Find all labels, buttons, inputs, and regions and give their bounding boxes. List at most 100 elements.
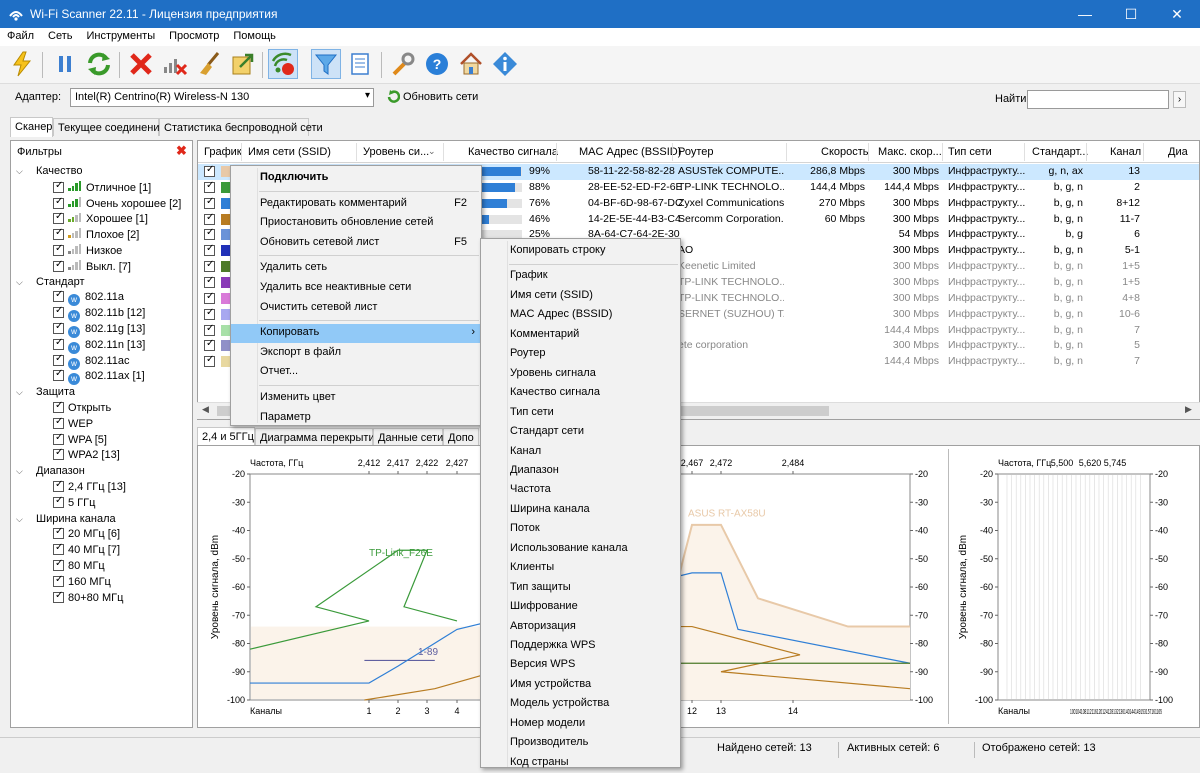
filter-checkbox[interactable] [53, 368, 64, 382]
col-channel[interactable]: Канал [1110, 146, 1141, 158]
tab-additional[interactable]: Допо [443, 428, 479, 446]
filter-item[interactable]: Плохое [2] [53, 227, 139, 244]
copy-menu-item[interactable]: MAC Адрес (BSSID) [481, 306, 680, 325]
row-checkbox[interactable] [204, 243, 215, 257]
row-checkbox[interactable] [204, 354, 215, 368]
context-menu-item[interactable]: Подключить [231, 169, 481, 188]
copy-menu-item[interactable]: Копировать строку [481, 242, 680, 261]
context-menu-item[interactable]: Копировать › [231, 324, 481, 344]
copy-menu-item[interactable]: Производитель [481, 734, 680, 753]
copy-menu-item[interactable]: Модель устройства [481, 695, 680, 714]
close-button[interactable]: ✕ [1154, 0, 1200, 28]
context-menu-item[interactable]: Удалить все неактивные сети [231, 279, 481, 298]
tab-wireless-stats[interactable]: Статистика беспроводной сети [159, 118, 323, 136]
context-menu-item[interactable]: Редактировать комментарий F2 [231, 195, 481, 214]
filter-checkbox[interactable] [53, 321, 64, 334]
filter-checkbox[interactable] [53, 305, 64, 319]
filter-item[interactable]: w 802.11g [13] [53, 321, 145, 339]
tab-network-data[interactable]: Данные сети [373, 428, 443, 446]
col-max-speed[interactable]: Макс. скор... [878, 146, 942, 158]
filter-checkbox[interactable] [53, 574, 64, 587]
context-menu-item[interactable]: Отчет... [231, 363, 481, 382]
filter-item[interactable]: 2,4 ГГц [13] [53, 479, 126, 497]
filter-checkbox[interactable] [53, 196, 64, 209]
help-icon[interactable]: ? [422, 49, 452, 79]
filter-item[interactable]: 80+80 МГц [53, 590, 123, 608]
col-ssid[interactable]: Имя сети (SSID) [248, 146, 331, 158]
context-menu-item[interactable]: Обновить сетевой лист F5 [231, 234, 481, 253]
tab-band-chart[interactable]: 2,4 и 5ГГц [197, 427, 255, 447]
col-router[interactable]: Роутер [678, 146, 714, 158]
copy-menu-item[interactable]: Использование канала [481, 540, 680, 559]
copy-menu-item[interactable]: Диапазон [481, 462, 680, 481]
copy-menu-item[interactable]: Качество сигнала [481, 384, 680, 403]
export-icon[interactable] [228, 49, 258, 79]
collapse-icon[interactable]: ⌵ [16, 514, 26, 525]
copy-menu-item[interactable]: Имя сети (SSID) [481, 287, 680, 306]
settings-wrench-icon[interactable] [388, 49, 418, 79]
filter-item[interactable]: WPA2 [13] [53, 447, 120, 465]
copy-menu-item[interactable]: Поток [481, 520, 680, 539]
context-menu-item[interactable]: Изменить цвет [231, 389, 481, 408]
filter-item[interactable]: Низкое [53, 243, 122, 260]
collapse-icon[interactable]: ⌵ [16, 277, 26, 288]
context-menu-item[interactable]: Экспорт в файл [231, 344, 481, 363]
filter-item[interactable]: 5 ГГц [53, 495, 95, 513]
copy-menu-item[interactable]: Стандарт сети [481, 423, 680, 442]
adapter-select[interactable]: Intel(R) Centrino(R) Wireless-N 130 ▾ [70, 88, 374, 107]
collapse-icon[interactable]: ⌵ [16, 166, 26, 177]
broom-icon[interactable] [194, 49, 224, 79]
row-checkbox[interactable] [204, 323, 215, 336]
filter-group[interactable]: ⌵ Ширина канала [16, 513, 116, 529]
copy-menu-item[interactable]: Тип сети [481, 404, 680, 423]
row-checkbox[interactable] [204, 338, 215, 352]
home-icon[interactable] [456, 49, 486, 79]
collapse-icon[interactable]: ⌵ [16, 387, 26, 398]
filter-item[interactable]: w 802.11a [53, 289, 124, 307]
copy-menu-item[interactable]: Версия WPS [481, 656, 680, 675]
col-mac[interactable]: MAC Адрес (BSSID) [579, 146, 681, 158]
menu-help[interactable]: Помощь [226, 28, 283, 42]
row-checkbox[interactable] [204, 164, 215, 177]
menu-tools[interactable]: Инструменты [80, 28, 163, 42]
filter-group[interactable]: ⌵ Диапазон [16, 465, 85, 481]
wifi-monitor-icon[interactable] [268, 49, 298, 79]
filter-checkbox[interactable] [53, 289, 64, 303]
filter-checkbox[interactable] [53, 558, 64, 571]
filter-checkbox[interactable] [53, 432, 64, 445]
copy-menu-item[interactable]: Клиенты [481, 559, 680, 578]
row-checkbox[interactable] [204, 291, 215, 304]
info-icon[interactable] [490, 49, 520, 79]
copy-menu-item[interactable]: Ширина канала [481, 501, 680, 520]
tab-scanner[interactable]: Сканер [10, 117, 53, 137]
filter-item[interactable]: w 802.11b [12] [53, 305, 145, 323]
col-standard[interactable]: Стандарт... [1032, 146, 1088, 158]
delete-icon[interactable] [126, 49, 156, 79]
filter-group[interactable]: ⌵ Стандарт [16, 276, 85, 292]
filter-group[interactable]: ⌵ Качество [16, 165, 83, 181]
scroll-right-icon[interactable]: ▶ [1185, 404, 1192, 415]
copy-menu-item[interactable]: Тип защиты [481, 579, 680, 598]
filter-item[interactable]: w 802.11ax [1] [53, 368, 145, 386]
filter-checkbox[interactable] [53, 542, 64, 556]
filter-icon[interactable] [311, 49, 341, 79]
col-speed[interactable]: Скорость [821, 146, 869, 158]
filter-item[interactable]: w 802.11ac [53, 353, 129, 371]
copy-menu-item[interactable]: Частота [481, 481, 680, 500]
menu-file[interactable]: Файл [0, 28, 41, 42]
filter-checkbox[interactable] [53, 447, 64, 461]
context-menu-item[interactable]: Приостановить обновление сетей [231, 214, 481, 233]
copy-menu-item[interactable]: Поддержка WPS [481, 637, 680, 656]
row-checkbox[interactable] [204, 307, 215, 320]
log-icon[interactable] [345, 49, 375, 79]
filter-checkbox[interactable] [53, 337, 64, 350]
copy-menu-item[interactable]: Канал [481, 443, 680, 462]
filter-checkbox[interactable] [53, 590, 64, 603]
context-menu-item[interactable]: Удалить сеть [231, 259, 481, 278]
copy-menu-item[interactable]: Код страны [481, 754, 680, 773]
filter-checkbox[interactable] [53, 416, 64, 429]
filter-checkbox[interactable] [53, 479, 64, 492]
copy-menu-item[interactable]: Комментарий [481, 326, 680, 345]
collapse-icon[interactable]: ⌵ [16, 466, 26, 477]
col-band[interactable]: Диа [1168, 146, 1188, 158]
